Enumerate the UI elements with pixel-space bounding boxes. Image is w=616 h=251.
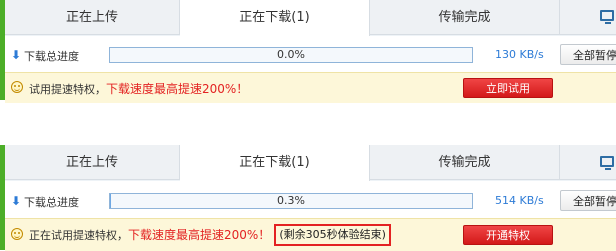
- tab-downloading[interactable]: 正在下载(1): [180, 145, 370, 181]
- download-progress-bar: 0.3%: [109, 193, 473, 209]
- activate-privilege-button[interactable]: 开通特权: [463, 225, 553, 245]
- monitor-icon[interactable]: [600, 156, 614, 170]
- download-total-label: 下载总进度: [24, 196, 79, 209]
- progress-percent: 0.0%: [277, 48, 305, 61]
- pause-all-button[interactable]: 全部暂停: [560, 44, 616, 65]
- transfer-panel-after: 正在上传 正在下载(1) 传输完成 ⬇ 下载总进度 0.3% 514 KB/s …: [0, 145, 616, 251]
- promo-highlight: 下载速度最高提速200%！: [128, 228, 271, 242]
- smile-icon: [11, 228, 23, 240]
- promo-highlight: 下载速度最高提速200%！: [106, 82, 249, 96]
- promo-text: 正在试用提速特权，下载速度最高提速200%！ (剩余305秒体验结束): [29, 224, 391, 247]
- tab-downloading[interactable]: 正在下载(1): [180, 0, 370, 36]
- promo-prefix: 试用提速特权，: [29, 83, 106, 96]
- progress-percent: 0.3%: [277, 194, 305, 207]
- download-total-label: 下载总进度: [24, 50, 79, 63]
- download-progress-bar: 0.0%: [109, 47, 473, 63]
- promo-row: 试用提速特权，下载速度最高提速200%！ 立即试用: [5, 72, 616, 103]
- tab-bar: 正在上传 正在下载(1) 传输完成: [5, 0, 616, 36]
- promo-prefix: 正在试用提速特权，: [29, 229, 128, 242]
- download-speed: 514 KB/s: [495, 194, 544, 207]
- try-now-button[interactable]: 立即试用: [463, 78, 553, 98]
- tab-completed[interactable]: 传输完成: [370, 0, 560, 35]
- transfer-panel-before: 正在上传 正在下载(1) 传输完成 ⬇ 下载总进度 0.0% 130 KB/s …: [0, 0, 616, 103]
- trial-remaining-note: (剩余305秒体验结束): [274, 224, 391, 246]
- download-arrow-icon: ⬇: [11, 48, 22, 62]
- tab-uploading[interactable]: 正在上传: [5, 0, 180, 35]
- smile-icon: [11, 81, 23, 93]
- monitor-icon[interactable]: [600, 10, 614, 24]
- promo-row: 正在试用提速特权，下载速度最高提速200%！ (剩余305秒体验结束) 开通特权: [5, 218, 616, 251]
- tab-bar: 正在上传 正在下载(1) 传输完成: [5, 145, 616, 181]
- tab-completed[interactable]: 传输完成: [370, 145, 560, 180]
- download-arrow-icon: ⬇: [11, 194, 22, 208]
- pause-all-button[interactable]: 全部暂停: [560, 190, 616, 211]
- download-speed: 130 KB/s: [495, 48, 544, 61]
- progress-row: ⬇ 下载总进度 0.3% 514 KB/s 全部暂停: [5, 186, 616, 216]
- promo-text: 试用提速特权，下载速度最高提速200%！: [29, 80, 248, 97]
- tab-uploading[interactable]: 正在上传: [5, 145, 180, 180]
- progress-row: ⬇ 下载总进度 0.0% 130 KB/s 全部暂停: [5, 40, 616, 70]
